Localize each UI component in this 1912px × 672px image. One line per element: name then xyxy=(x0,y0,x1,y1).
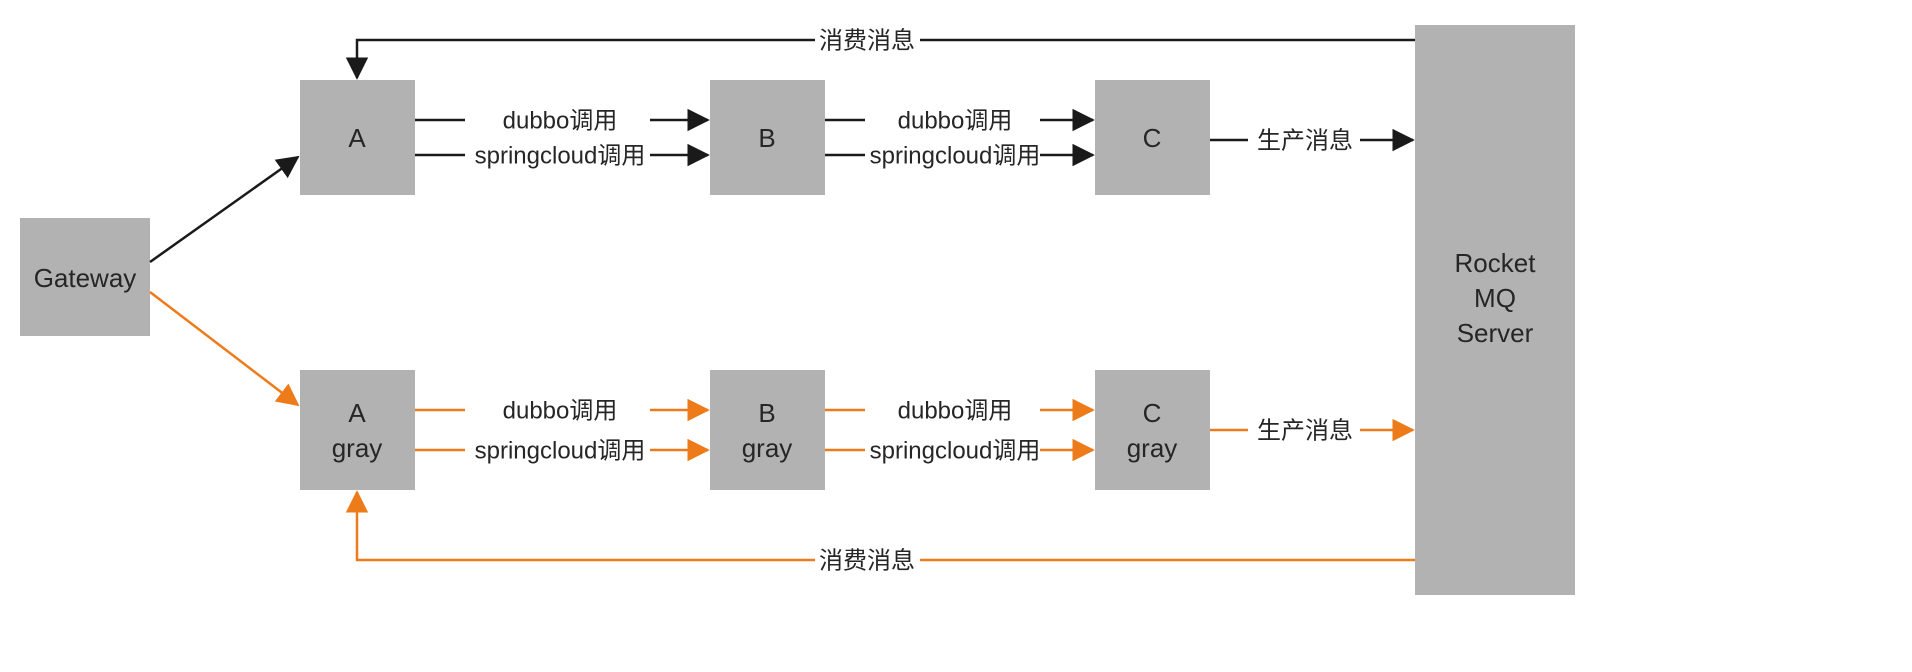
node-mq-label-2: MQ xyxy=(1474,283,1516,313)
node-b: B xyxy=(710,80,825,195)
node-b-gray-label-1: B xyxy=(758,398,775,428)
node-gateway: Gateway xyxy=(20,218,150,336)
node-a-gray: A gray xyxy=(300,370,415,490)
node-c-gray-label-1: C xyxy=(1143,398,1162,428)
node-c-gray: C gray xyxy=(1095,370,1210,490)
edge-a-b-dubbo-label: dubbo调用 xyxy=(503,107,618,134)
node-b-gray-label-2: gray xyxy=(742,433,793,463)
node-c-label: C xyxy=(1143,123,1162,153)
node-c-gray-label-2: gray xyxy=(1127,433,1178,463)
node-a-label: A xyxy=(348,123,366,153)
node-gateway-label: Gateway xyxy=(34,263,137,293)
edge-c-mq-label: 生产消息 xyxy=(1257,127,1353,154)
edge-b-c-sc-label: springcloud调用 xyxy=(870,142,1041,169)
edge-bg-cg-sc-label: springcloud调用 xyxy=(870,437,1041,464)
edge-mq-a-consume-label: 消费消息 xyxy=(819,27,915,54)
node-mq-label-3: Server xyxy=(1457,318,1534,348)
node-a: A xyxy=(300,80,415,195)
edge-gateway-a-gray xyxy=(150,292,298,405)
node-c: C xyxy=(1095,80,1210,195)
node-a-gray-label-1: A xyxy=(348,398,366,428)
edge-ag-bg-dubbo-label: dubbo调用 xyxy=(503,397,618,424)
edge-bg-cg-dubbo-label: dubbo调用 xyxy=(898,397,1013,424)
node-mq: Rocket MQ Server xyxy=(1415,25,1575,595)
node-a-gray-label-2: gray xyxy=(332,433,383,463)
edge-b-c-dubbo-label: dubbo调用 xyxy=(898,107,1013,134)
edge-a-b-sc-label: springcloud调用 xyxy=(475,142,646,169)
edge-mq-ag-consume-label: 消费消息 xyxy=(819,547,915,574)
edge-ag-bg-sc-label: springcloud调用 xyxy=(475,437,646,464)
edge-gateway-a xyxy=(150,157,298,262)
node-b-label: B xyxy=(758,123,775,153)
node-mq-label-1: Rocket xyxy=(1455,248,1537,278)
edge-cg-mq-label: 生产消息 xyxy=(1257,417,1353,444)
node-b-gray: B gray xyxy=(710,370,825,490)
